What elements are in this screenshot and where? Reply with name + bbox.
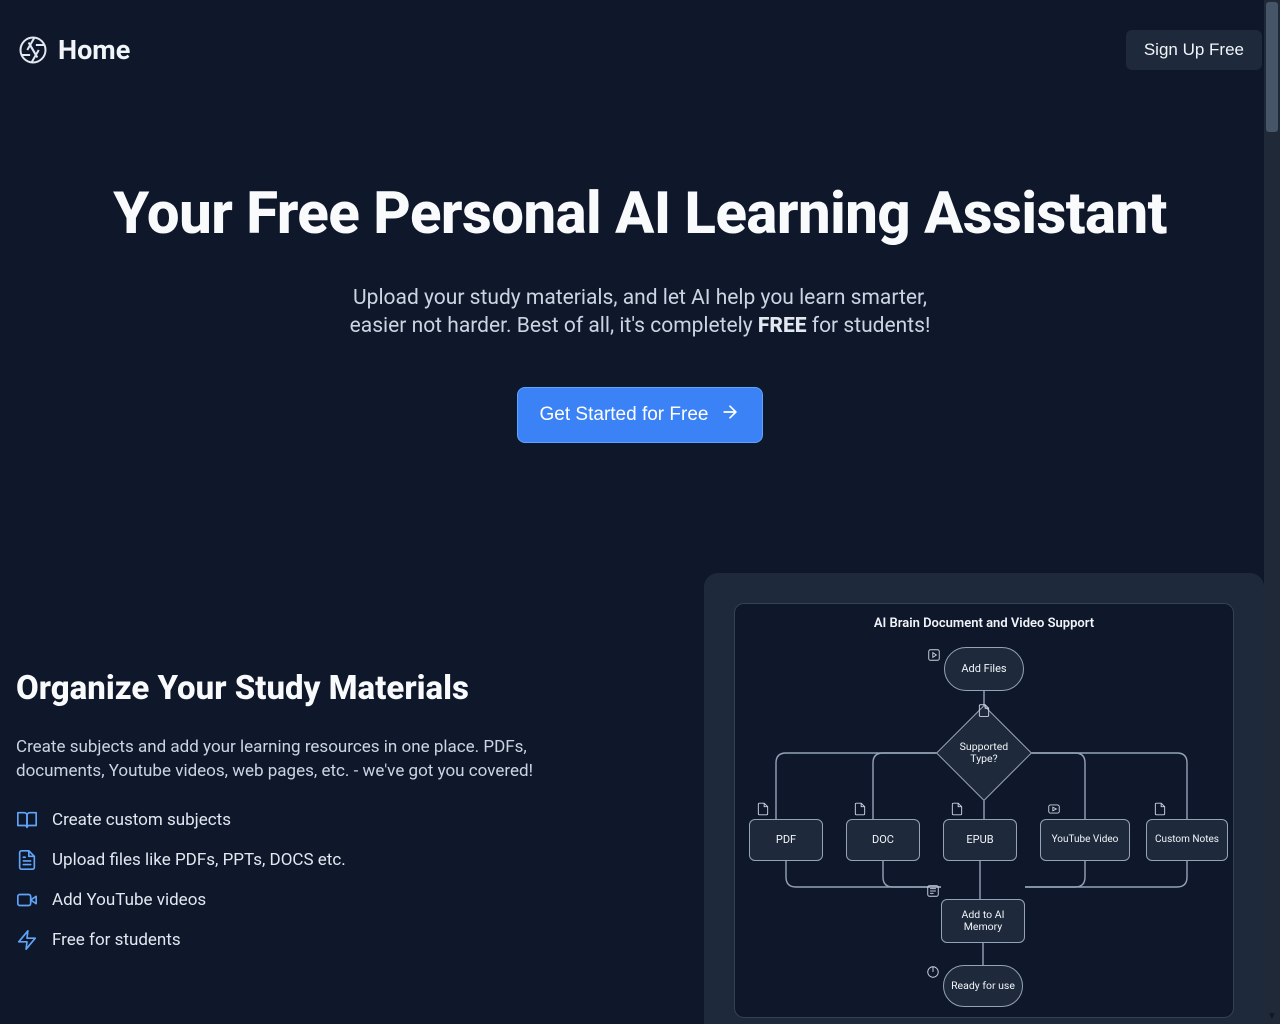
flow-node-epub: EPUB xyxy=(943,819,1017,861)
organize-section: Organize Your Study Materials Create sub… xyxy=(0,573,1280,1024)
flow-node-youtube: YouTube Video xyxy=(1040,819,1130,861)
bolt-icon xyxy=(16,929,38,951)
flow-node-label: Add to AI Memory xyxy=(948,909,1018,932)
hero: Your Free Personal AI Learning Assistant… xyxy=(0,180,1280,443)
document-icon xyxy=(977,703,991,717)
book-icon xyxy=(16,809,38,831)
feature-item-subjects: Create custom subjects xyxy=(16,809,606,831)
flow-node-ready: Ready for use xyxy=(943,965,1023,1007)
list-icon xyxy=(926,884,940,898)
arrow-right-icon xyxy=(720,402,740,428)
aperture-icon xyxy=(18,35,48,65)
flowchart: Add Files Supported Type? PDF DOC xyxy=(749,641,1219,1001)
feature-label: Create custom subjects xyxy=(52,810,231,830)
flow-node-label: Supported Type? xyxy=(951,741,1017,765)
organize-text: Organize Your Study Materials Create sub… xyxy=(16,669,606,952)
feature-item-youtube: Add YouTube videos xyxy=(16,889,606,911)
feature-item-free: Free for students xyxy=(16,929,606,951)
flow-node-label: PDF xyxy=(776,833,796,846)
document-icon xyxy=(1153,802,1167,816)
video-icon xyxy=(1047,802,1061,816)
flow-node-label: Ready for use xyxy=(951,979,1015,992)
scrollbar-thumb[interactable] xyxy=(1266,2,1278,132)
hero-subtitle-free: FREE xyxy=(758,314,807,338)
flow-node-doc: DOC xyxy=(846,819,920,861)
organize-title: Organize Your Study Materials xyxy=(16,669,606,708)
header-left: Home xyxy=(18,34,130,66)
feature-label: Upload files like PDFs, PPTs, DOCS etc. xyxy=(52,850,346,870)
feature-label: Add YouTube videos xyxy=(52,890,206,910)
flow-node-add-files: Add Files xyxy=(944,647,1024,691)
flow-node-label: YouTube Video xyxy=(1052,834,1119,845)
flow-node-label: DOC xyxy=(872,833,894,846)
document-icon xyxy=(756,802,770,816)
flow-node-label: EPUB xyxy=(966,833,993,846)
header: Home Sign Up Free xyxy=(0,0,1280,80)
play-icon xyxy=(927,648,941,662)
video-icon xyxy=(16,889,38,911)
scrollbar-down-button[interactable]: ▼ xyxy=(1264,1008,1280,1024)
diagram-inner: AI Brain Document and Video Support xyxy=(734,603,1234,1018)
feature-label: Free for students xyxy=(52,930,181,950)
power-icon xyxy=(926,965,940,979)
page-title: Home xyxy=(58,34,130,66)
flow-node-label: Custom Notes xyxy=(1155,834,1219,845)
file-icon xyxy=(16,849,38,871)
get-started-button[interactable]: Get Started for Free xyxy=(517,387,764,443)
flow-node-notes: Custom Notes xyxy=(1146,819,1228,861)
flow-node-pdf: PDF xyxy=(749,819,823,861)
hero-subtitle-line2: easier not harder. Best of all, it's com… xyxy=(0,312,1280,340)
hero-subtitle-prefix: easier not harder. Best of all, it's com… xyxy=(350,314,758,338)
document-icon xyxy=(853,802,867,816)
scrollbar-track[interactable]: ▼ xyxy=(1264,0,1280,1024)
diagram-panel: AI Brain Document and Video Support xyxy=(704,573,1264,1024)
hero-subtitle-line1: Upload your study materials, and let AI … xyxy=(0,284,1280,312)
flow-node-label: Add Files xyxy=(961,662,1006,675)
signup-button[interactable]: Sign Up Free xyxy=(1126,30,1262,70)
organize-description: Create subjects and add your learning re… xyxy=(16,736,606,784)
hero-title: Your Free Personal AI Learning Assistant xyxy=(0,180,1280,248)
hero-subtitle: Upload your study materials, and let AI … xyxy=(0,284,1280,341)
flow-node-memory: Add to AI Memory xyxy=(941,899,1025,943)
hero-subtitle-suffix: for students! xyxy=(807,314,931,338)
get-started-label: Get Started for Free xyxy=(540,404,709,426)
feature-list: Create custom subjects Upload files like… xyxy=(16,809,606,951)
diagram-title: AI Brain Document and Video Support xyxy=(747,616,1221,631)
feature-item-upload: Upload files like PDFs, PPTs, DOCS etc. xyxy=(16,849,606,871)
document-icon xyxy=(950,802,964,816)
